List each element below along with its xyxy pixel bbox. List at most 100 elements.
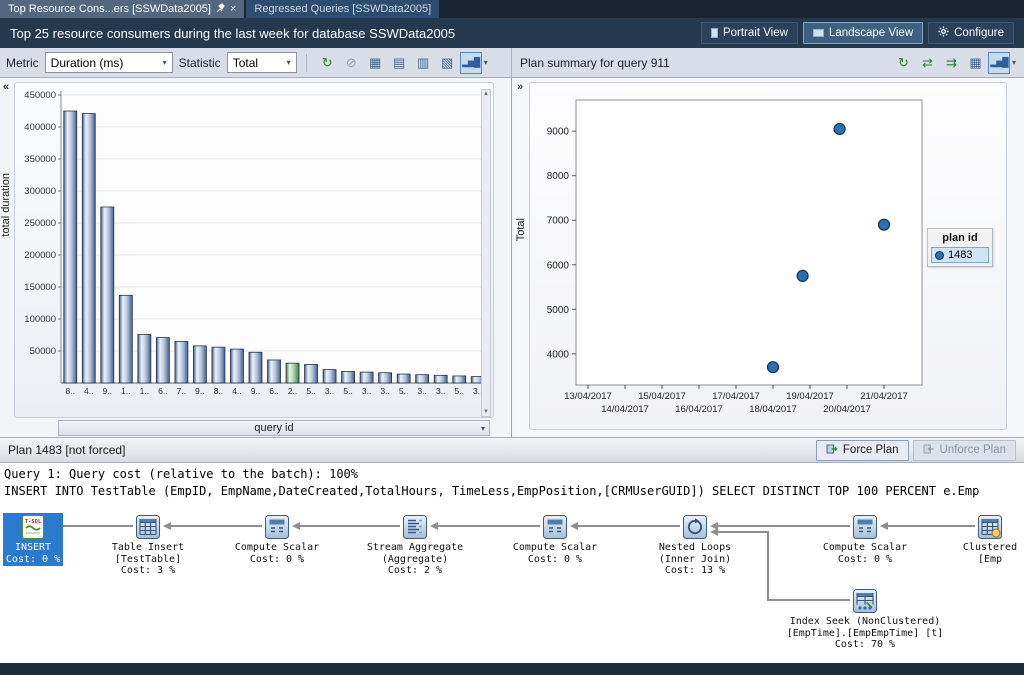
chart-view-icon[interactable]: ▂▅█ [988, 52, 1010, 74]
landscape-view-button[interactable]: Landscape View [803, 22, 923, 44]
grid-view-icon[interactable]: ▦ [964, 52, 986, 74]
bar-9[interactable] [230, 349, 243, 383]
force-plan-button[interactable]: Force Plan [816, 440, 909, 461]
chevron-down-icon: ▾ [163, 58, 167, 67]
rows-view-icon[interactable]: ▥ [412, 52, 434, 74]
y-tick-label: 200000 [24, 250, 56, 261]
x-tick-label: 4.. [84, 386, 93, 396]
plan-node-text: Compute Scalar [823, 542, 907, 554]
bar-3[interactable] [119, 295, 132, 383]
scroll-down-icon[interactable]: ▼ [483, 409, 489, 415]
bar-0[interactable] [64, 111, 77, 383]
bar-12[interactable] [286, 363, 299, 383]
bar-21[interactable] [453, 376, 466, 383]
plan-node-text: INSERT [6, 542, 60, 554]
seek-icon [787, 588, 944, 616]
main-area: « total duration 50000100000150000200000… [0, 78, 1024, 437]
tab-label: Top Resource Cons...ers [SSWData2005] [8, 3, 211, 15]
bar-15[interactable] [342, 371, 355, 383]
track-plan-icon[interactable]: ⇉ [940, 52, 962, 74]
bar-19[interactable] [416, 375, 429, 383]
y-tick-label: 100000 [24, 314, 56, 325]
plan-node-text: (Aggregate) [367, 554, 463, 566]
bar-20[interactable] [434, 375, 447, 383]
plan-node-text: Compute Scalar [235, 542, 319, 554]
collapse-left-icon[interactable]: « [3, 81, 9, 93]
plan-node-clustered-index[interactable]: Clustered[Emp [905, 513, 1024, 566]
plan-node-text: [EmpTime].[EmpEmpTime] [t] [787, 628, 944, 640]
scatter-point-1[interactable] [879, 219, 890, 230]
statistic-dropdown[interactable]: Total ▾ [227, 52, 297, 73]
bar-5[interactable] [156, 338, 169, 383]
chart-vertical-scrollbar[interactable]: ▲▼ [481, 89, 491, 417]
plan-id-legend: plan id 1483 [927, 228, 993, 267]
compare-plans-icon[interactable]: ⇄ [916, 52, 938, 74]
x-tick-label: 3.. [436, 386, 445, 396]
bar-1[interactable] [82, 114, 95, 383]
bar-13[interactable] [305, 364, 318, 383]
portrait-view-button[interactable]: Portrait View [701, 22, 798, 44]
configure-button[interactable]: Configure [928, 22, 1014, 44]
scatter-point-2[interactable] [797, 270, 808, 281]
bar-8[interactable] [212, 347, 225, 383]
close-icon[interactable]: × [230, 4, 236, 14]
plan-node-text: Cost: 13 % [659, 565, 731, 577]
x-tick-label: 15/04/2017 [638, 391, 686, 402]
y-tick-label: 450000 [24, 90, 56, 101]
plan-node-nested-loops[interactable]: Nested Loops(Inner Join)Cost: 13 % [610, 513, 780, 578]
table-view-icon[interactable]: ▧ [436, 52, 458, 74]
bar-11[interactable] [268, 360, 281, 383]
bar-6[interactable] [175, 341, 188, 383]
grid-view-icon[interactable]: ▦ [364, 52, 386, 74]
plan-node-text: Cost: 0 % [6, 554, 60, 566]
bar-16[interactable] [360, 372, 373, 383]
scatter-y-axis-title: Total [515, 218, 527, 241]
execution-plan-diagram[interactable]: T-SQLINSERTCost: 0 %Table Insert[TestTab… [0, 505, 1024, 663]
bar-2[interactable] [101, 207, 114, 383]
refresh-icon[interactable]: ↻ [316, 52, 338, 74]
pin-icon[interactable] [216, 3, 225, 16]
refresh-icon[interactable]: ↻ [892, 52, 914, 74]
metric-label: Metric [6, 56, 39, 70]
query-cost-line: Query 1: Query cost (relative to the bat… [4, 466, 1020, 483]
scatter-point-0[interactable] [834, 123, 845, 134]
plan-summary-title: Plan summary for query 911 [520, 56, 670, 70]
x-tick-label: 2.. [288, 386, 297, 396]
x-tick-label: 5.. [399, 386, 408, 396]
x-tick-label: 1.. [140, 386, 149, 396]
stop-refresh-icon[interactable]: ⊘ [340, 52, 362, 74]
chevron-down-icon: ▾ [287, 58, 291, 67]
chart-type-caret-icon[interactable]: ▾ [1012, 58, 1016, 67]
table-icon [112, 514, 184, 542]
plan-node-index-seek[interactable]: Index Seek (NonClustered)[EmpTime].[EmpE… [780, 587, 950, 652]
compute-icon [823, 514, 907, 542]
x-tick-label: 3.. [362, 386, 371, 396]
x-axis-selector[interactable]: query id ▾ [58, 420, 490, 436]
bar-14[interactable] [323, 370, 336, 383]
bar-18[interactable] [397, 374, 410, 383]
legend-entry-1483[interactable]: 1483 [931, 247, 989, 263]
status-strip [0, 663, 1024, 675]
collapse-right-icon[interactable]: » [517, 81, 523, 93]
y-tick-label: 250000 [24, 218, 56, 229]
plan-node-text: Stream Aggregate [367, 542, 463, 554]
x-tick-label: 19/04/2017 [786, 391, 834, 402]
bar-17[interactable] [379, 373, 392, 383]
query-text-pane[interactable]: Query 1: Query cost (relative to the bat… [0, 463, 1024, 505]
bar-chart-view-icon[interactable]: ▂▅█ [460, 52, 482, 74]
x-tick-label: 20/04/2017 [823, 404, 871, 415]
bar-10[interactable] [249, 352, 262, 383]
x-tick-label: 9.. [251, 386, 260, 396]
tab-top-resource-consumers[interactable]: Top Resource Cons...ers [SSWData2005] × [0, 0, 244, 18]
bar-4[interactable] [138, 334, 151, 383]
plan-node-text: Clustered [963, 542, 1017, 554]
tab-regressed-queries[interactable]: Regressed Queries [SSWData2005] [246, 0, 439, 18]
unforce-plan-button[interactable]: Unforce Plan [913, 440, 1016, 461]
pivot-view-icon[interactable]: ▤ [388, 52, 410, 74]
scroll-up-icon[interactable]: ▲ [483, 91, 489, 97]
query-sql-line: INSERT INTO TestTable (EmpID, EmpName,Da… [4, 483, 1020, 500]
metric-dropdown[interactable]: Duration (ms) ▾ [45, 52, 173, 73]
bar-7[interactable] [193, 346, 206, 383]
scatter-point-3[interactable] [768, 362, 779, 373]
chart-type-caret-icon[interactable]: ▾ [484, 58, 488, 67]
